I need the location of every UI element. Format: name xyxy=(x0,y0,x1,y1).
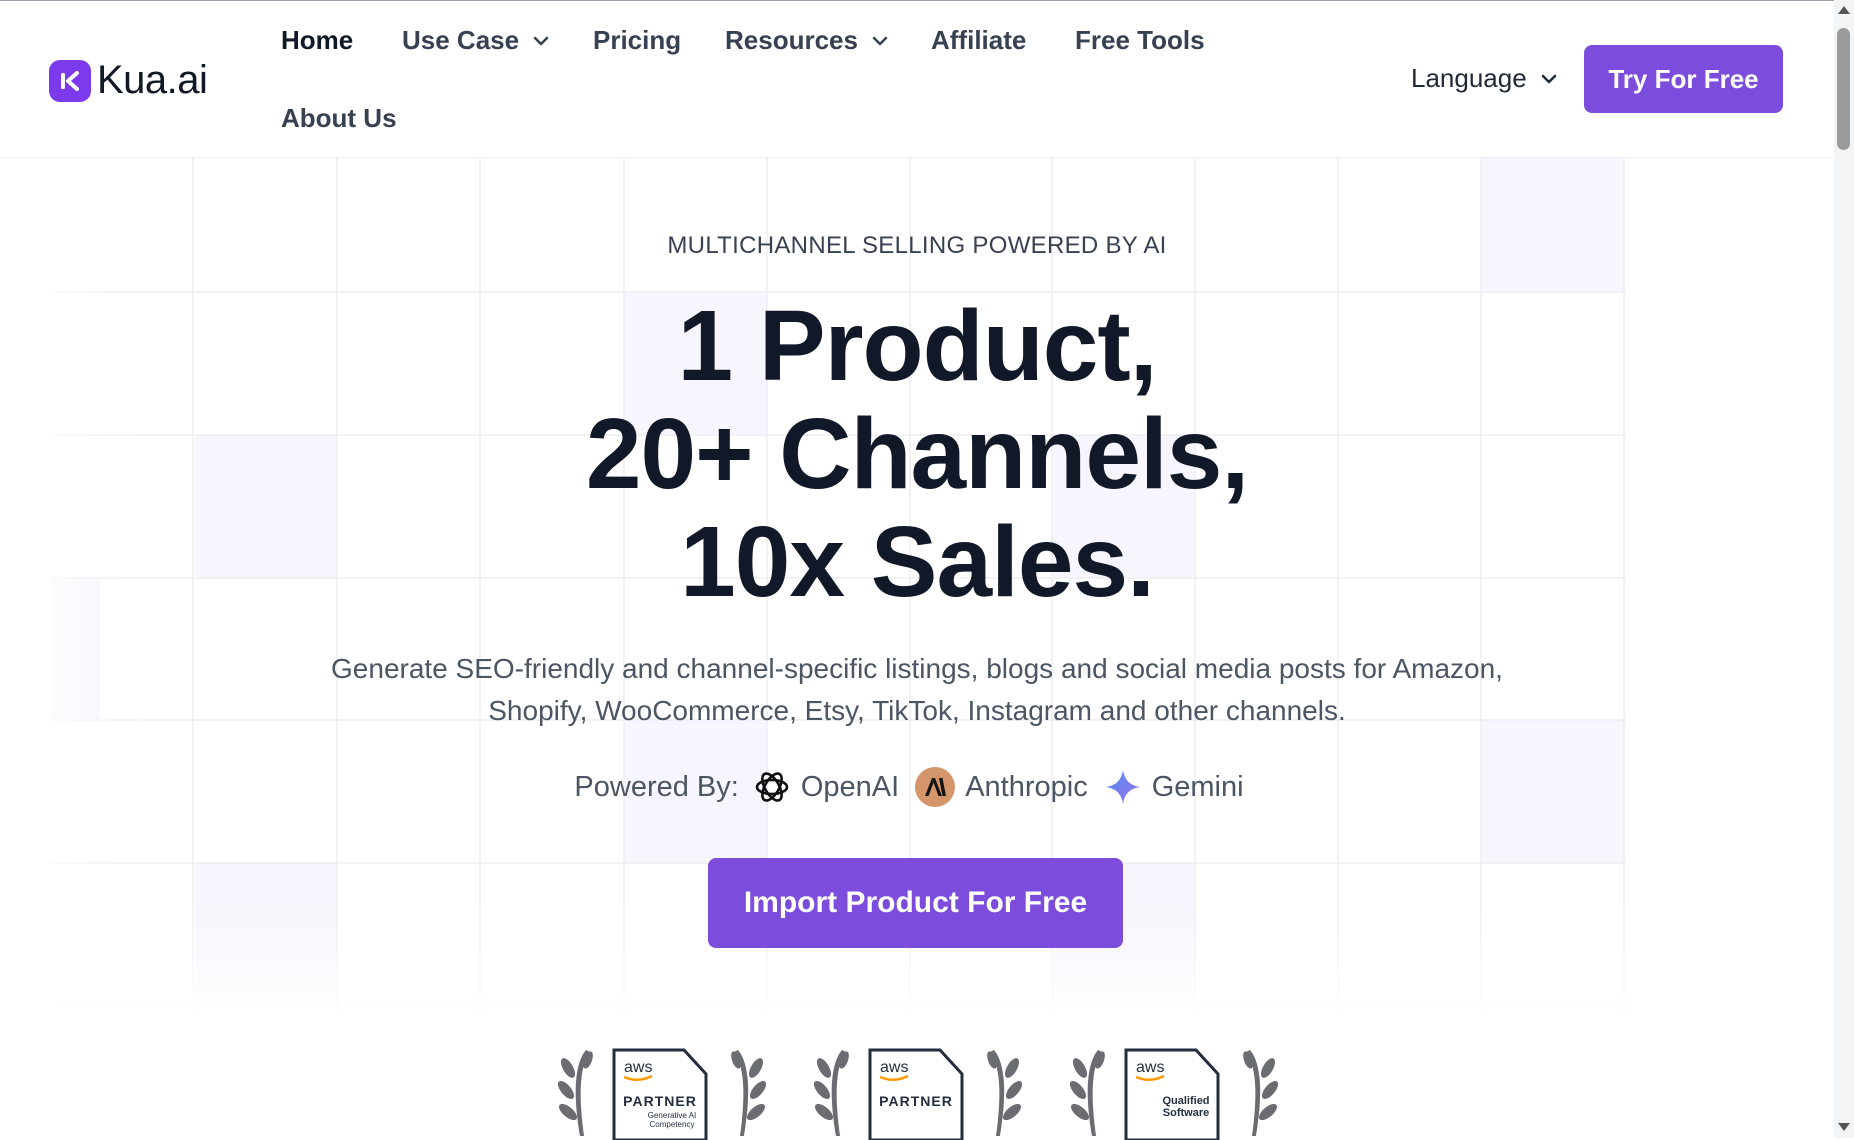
logo-text: Kua.ai xyxy=(97,58,208,102)
anthropic-icon xyxy=(915,767,956,807)
nav-label: Resources xyxy=(725,25,858,55)
nav-free-tools[interactable]: Free Tools xyxy=(1075,25,1205,56)
aws-partner-badge: aws PARTNER xyxy=(868,1048,964,1140)
scroll-down-arrow-icon[interactable] xyxy=(1838,1123,1850,1131)
scrollbar-thumb[interactable] xyxy=(1837,28,1850,150)
brand-name: Gemini xyxy=(1151,770,1244,803)
nav-label: Use Case xyxy=(402,25,520,55)
site-header: Kua.ai Home Use Case Pricing Resources A… xyxy=(0,1,1834,158)
hero-eyebrow: MULTICHANNEL SELLING POWERED BY AI xyxy=(667,232,1167,259)
badge-top-text: aws xyxy=(1136,1059,1164,1076)
badge-top-text: aws xyxy=(624,1059,652,1076)
language-selector[interactable]: Language xyxy=(1411,63,1559,94)
chevron-down-icon xyxy=(533,36,549,45)
badge-sub-text: Generative AI xyxy=(648,1111,696,1120)
try-for-free-button[interactable]: Try For Free xyxy=(1584,45,1783,113)
laurel-right-icon xyxy=(1243,1050,1279,1136)
brand-anthropic: Anthropic xyxy=(915,767,1088,807)
laurel-right-icon xyxy=(987,1050,1023,1136)
language-label: Language xyxy=(1411,63,1527,93)
subtitle-line: Shopify, WooCommerce, Etsy, TikTok, Inst… xyxy=(488,695,1346,726)
laurel-left-icon xyxy=(557,1050,593,1136)
kua-logo-icon xyxy=(49,59,91,102)
brand-openai: OpenAI xyxy=(753,768,899,806)
gemini-icon xyxy=(1105,770,1140,804)
nav-affiliate[interactable]: Affiliate xyxy=(931,25,1026,56)
badge-main-text: PARTNER xyxy=(623,1093,697,1109)
aws-partner-genai-badge: aws PARTNER Generative AI Competency xyxy=(612,1048,708,1140)
nav-label: Free Tools xyxy=(1075,25,1205,55)
headline-line: 1 Product, xyxy=(677,290,1158,402)
brand-name: Anthropic xyxy=(965,770,1088,803)
scroll-up-arrow-icon[interactable] xyxy=(1838,6,1850,14)
headline-line: 10x Sales. xyxy=(680,506,1155,618)
aws-qualified-software-badge: aws Qualified Software xyxy=(1124,1048,1220,1140)
nav-label: Home xyxy=(281,25,354,55)
nav-use-case[interactable]: Use Case xyxy=(402,25,551,56)
chevron-down-icon xyxy=(1541,74,1556,83)
nav-label: About Us xyxy=(281,103,397,133)
badge-top-text: aws xyxy=(880,1059,908,1076)
badge-main-text: PARTNER xyxy=(879,1093,953,1109)
hero-subtitle: Generate SEO-friendly and channel-specif… xyxy=(300,648,1534,732)
nav-label: Pricing xyxy=(593,25,682,55)
nav-resources[interactable]: Resources xyxy=(725,25,890,56)
badge-sub-text: Software xyxy=(1163,1107,1209,1119)
subtitle-line: Generate SEO-friendly and channel-specif… xyxy=(331,653,1503,684)
openai-icon xyxy=(755,772,789,802)
badge-sub-text: Competency xyxy=(650,1120,695,1129)
brand-gemini: Gemini xyxy=(1104,768,1244,806)
badge-main-text: Qualified xyxy=(1162,1095,1209,1107)
partner-badges: aws PARTNER Generative AI Competency aws… xyxy=(0,1048,1834,1140)
powered-by-row: Powered By: OpenAI Anthropic Gemini xyxy=(0,767,1834,807)
chevron-down-icon xyxy=(872,36,888,45)
brand-name: OpenAI xyxy=(800,770,900,803)
nav-home[interactable]: Home xyxy=(281,25,353,56)
import-product-button[interactable]: Import Product For Free xyxy=(708,858,1123,948)
powered-by-label: Powered By: xyxy=(574,770,739,803)
nav-pricing[interactable]: Pricing xyxy=(593,25,681,56)
scrollbar-track[interactable] xyxy=(1834,0,1854,1138)
headline-line: 20+ Channels, xyxy=(585,398,1249,510)
hero-headline: 1 Product, 20+ Channels, 10x Sales. xyxy=(0,292,1834,616)
nav-about-us[interactable]: About Us xyxy=(281,103,397,134)
laurel-right-icon xyxy=(731,1050,767,1136)
laurel-left-icon xyxy=(1069,1050,1105,1136)
nav-label: Affiliate xyxy=(931,25,1027,55)
laurel-left-icon xyxy=(813,1050,849,1136)
logo[interactable]: Kua.ai xyxy=(49,58,208,103)
